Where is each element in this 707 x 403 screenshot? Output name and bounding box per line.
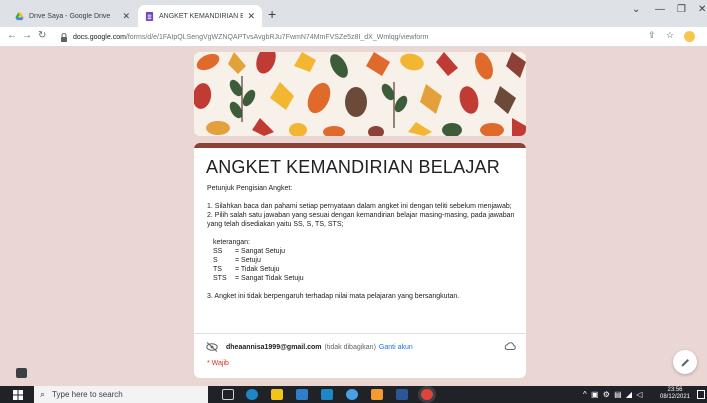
legend-code: S [213,257,218,264]
legend-meaning: = Sangat Setuju [235,248,286,255]
form-accent-bar [194,143,526,148]
legend-code: SS [213,248,223,255]
form-header-banner [194,52,526,136]
description-point-2: 2. Pilih salah satu jawaban yang sesuai … [207,212,515,228]
browser-toolbar: ← → ↻ docs.google.com/forms/d/e/1FAIpQLS… [0,27,707,47]
legend-item: TS = Tidak Setuju [207,265,515,274]
form-header-card: ANGKET KEMANDIRIAN BELAJAR Petunjuk Peng… [194,143,526,378]
google-forms-icon [145,11,154,21]
tab-title: Drive Saya - Google Drive [29,12,111,20]
address-bar[interactable]: docs.google.com/forms/d/e/1FAIpQLSengVgW… [60,29,680,45]
reload-icon[interactable]: ↻ [38,30,46,42]
close-window-icon[interactable]: ✕ [698,4,706,15]
clock-time: 23:56 [667,387,683,393]
form-title: ANGKET KEMANDIRIAN BELAJAR [206,157,500,177]
tab-search-icon[interactable]: ⌄ [632,4,640,15]
description-point-1: 1. Silahkan baca dan pahami setiap perny… [207,203,512,210]
legend-item: STS = Sangat Tidak Setuju [207,274,515,283]
new-tab-button[interactable]: + [268,7,276,21]
url-domain: docs.google.com [73,33,126,41]
taskbar-search-box[interactable]: ⌕ Type here to search [34,386,208,403]
browser-tab-strip: Drive Saya - Google Drive ✕ ANGKET KEMAN… [0,0,707,27]
legend-code: STS [213,275,227,282]
word-icon[interactable] [396,389,408,400]
tab-google-drive[interactable]: Drive Saya - Google Drive ✕ [8,5,137,27]
description-intro: Petunjuk Pengisian Angket: [207,185,293,192]
account-not-shared-note: (tidak dibagikan) [324,343,376,351]
task-view-icon[interactable] [222,389,234,400]
browser-app-icon[interactable] [346,389,358,400]
chrome-icon[interactable] [421,389,433,400]
visibility-off-icon [206,342,218,352]
account-email: dheaannisa1999@gmail.com [226,343,322,351]
google-drive-icon [15,11,24,20]
cloud-sync-icon[interactable] [504,341,516,351]
legend-heading: keterangan: [213,239,250,246]
divider [194,333,526,334]
minimize-icon[interactable]: — [655,4,665,15]
file-explorer-icon[interactable] [271,389,283,400]
lock-icon [61,32,67,42]
close-tab-icon[interactable]: ✕ [247,11,255,22]
clock-date: 08/12/2021 [659,394,691,400]
bookmark-star-icon[interactable]: ☆ [666,30,674,41]
legend-code: TS [213,266,222,273]
form-description: Petunjuk Pengisian Angket: 1. Silahkan b… [207,184,515,301]
description-point-3: 3. Angket ini tidak berpengaruh terhadap… [207,293,460,300]
taskbar-clock[interactable]: 23:56 08/12/2021 [657,387,693,401]
legend-item: SS = Sangat Setuju [207,247,515,256]
mail-icon[interactable] [321,389,333,400]
forward-arrow-icon[interactable]: → [22,30,32,42]
account-row: dheaannisa1999@gmail.com (tidak dibagika… [206,341,516,353]
tab-title: ANGKET KEMANDIRIAN BELAJAR [159,12,244,20]
profile-avatar[interactable] [684,31,695,42]
back-arrow-icon[interactable]: ← [7,30,17,42]
system-tray-icons[interactable]: ^ ▣ ⚙ ▤ ◢ ◁ [583,390,643,399]
edge-browser-icon[interactable] [246,389,258,400]
tab-angket-form[interactable]: ANGKET KEMANDIRIAN BELAJAR ✕ [138,5,262,27]
pencil-icon [681,358,689,366]
feedback-icon[interactable] [16,368,27,378]
taskbar-search-placeholder: Type here to search [52,390,123,399]
required-indicator: * Wajib [207,360,229,367]
close-tab-icon[interactable]: ✕ [122,11,130,22]
notification-icon[interactable] [697,390,705,399]
windows-start-icon[interactable] [13,390,23,400]
app-icon[interactable] [371,389,383,400]
legend-item: S = Setuju [207,256,515,265]
search-icon: ⌕ [40,389,46,399]
legend-meaning: = Setuju [235,257,261,264]
legend-meaning: = Tidak Setuju [235,266,280,273]
share-icon[interactable]: ⇪ [648,30,656,41]
edit-form-button[interactable] [673,350,697,374]
store-icon[interactable] [296,389,308,400]
url-path: /forms/d/e/1FAIpQLSengVgWZNQAPTvsAvgbRJu… [125,33,429,41]
legend-meaning: = Sangat Tidak Setuju [235,275,304,282]
autumn-leaves-image [194,52,526,136]
switch-account-link[interactable]: Ganti akun [379,344,413,351]
windows-taskbar: ⌕ Type here to search ^ ▣ ⚙ ▤ ◢ ◁ 23:56 … [0,386,707,403]
restore-icon[interactable]: ❐ [677,4,686,15]
